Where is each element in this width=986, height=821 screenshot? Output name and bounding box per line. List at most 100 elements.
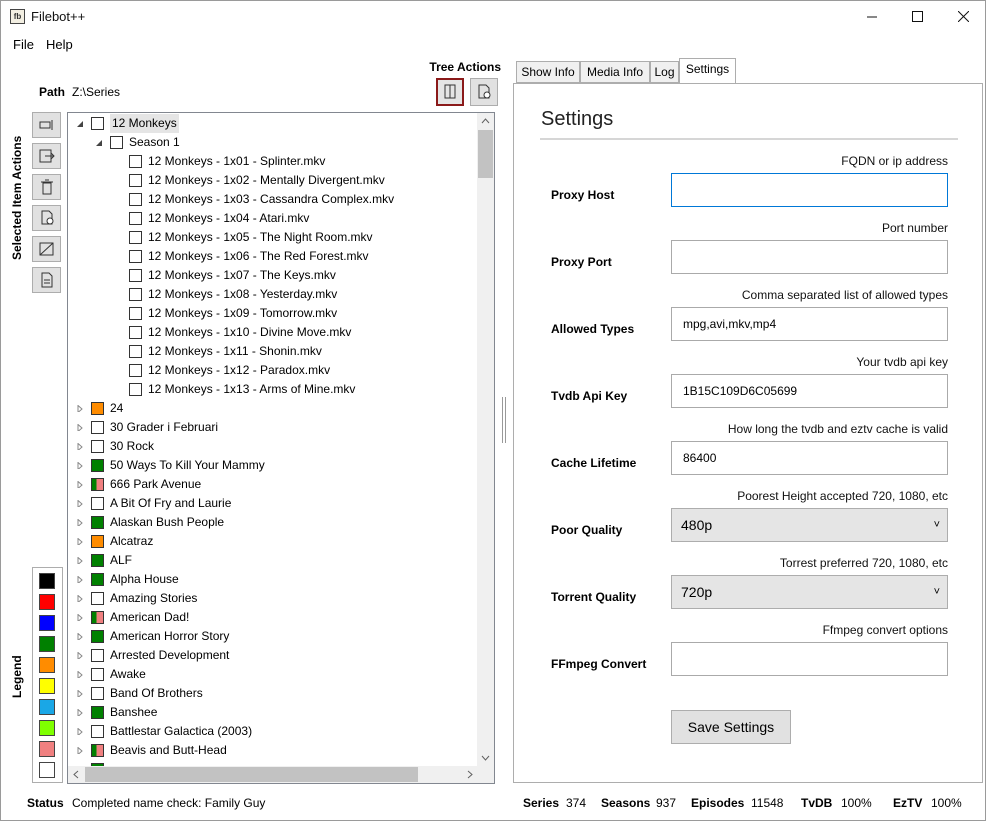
- status-checkbox[interactable]: [129, 383, 142, 396]
- horizontal-scroll-thumb[interactable]: [85, 767, 418, 782]
- status-checkbox[interactable]: [91, 459, 104, 472]
- tree-item[interactable]: Banshee: [68, 703, 478, 722]
- status-checkbox[interactable]: [129, 174, 142, 187]
- menu-file[interactable]: File: [13, 37, 34, 52]
- status-checkbox[interactable]: [129, 231, 142, 244]
- tree-item[interactable]: Awake: [68, 665, 478, 684]
- save-settings-button[interactable]: Save Settings: [671, 710, 791, 744]
- tree-item[interactable]: 50 Ways To Kill Your Mammy: [68, 456, 478, 475]
- ffmpeg-convert-field[interactable]: [671, 642, 948, 676]
- status-checkbox[interactable]: [110, 136, 123, 149]
- status-checkbox[interactable]: [91, 535, 104, 548]
- status-checkbox[interactable]: [129, 212, 142, 225]
- status-checkbox[interactable]: [91, 687, 104, 700]
- check-file-button[interactable]: [32, 205, 61, 231]
- collapsed-arrow-icon[interactable]: [76, 595, 83, 602]
- tree-item[interactable]: 12 Monkeys - 1x11 - Shonin.mkv: [68, 342, 478, 361]
- scroll-left-icon[interactable]: [68, 766, 85, 783]
- collapsed-arrow-icon[interactable]: [76, 633, 83, 640]
- tab-log[interactable]: Log: [650, 61, 679, 83]
- status-checkbox[interactable]: [91, 402, 104, 415]
- tree-item[interactable]: American Horror Story: [68, 627, 478, 646]
- status-checkbox[interactable]: [91, 611, 104, 624]
- tree-item[interactable]: 12 Monkeys - 1x03 - Cassandra Complex.mk…: [68, 190, 478, 209]
- move-button[interactable]: [32, 143, 61, 169]
- status-checkbox[interactable]: [129, 155, 142, 168]
- image-button[interactable]: [32, 236, 61, 262]
- status-checkbox[interactable]: [91, 725, 104, 738]
- tree-item[interactable]: Alcatraz: [68, 532, 478, 551]
- status-checkbox[interactable]: [91, 554, 104, 567]
- tree-item[interactable]: Season 1: [68, 133, 478, 152]
- tree-item[interactable]: 12 Monkeys - 1x12 - Paradox.mkv: [68, 361, 478, 380]
- scroll-right-icon[interactable]: [461, 766, 478, 783]
- proxy-host-field[interactable]: [671, 173, 948, 207]
- tree-item[interactable]: Beavis and Butt-Head: [68, 741, 478, 760]
- collapsed-arrow-icon[interactable]: [76, 576, 83, 583]
- tree-item[interactable]: 12 Monkeys - 1x04 - Atari.mkv: [68, 209, 478, 228]
- tree-item[interactable]: 12 Monkeys - 1x05 - The Night Room.mkv: [68, 228, 478, 247]
- status-checkbox[interactable]: [91, 630, 104, 643]
- cache-lifetime-field[interactable]: 86400: [671, 441, 948, 475]
- status-checkbox[interactable]: [129, 364, 142, 377]
- collapsed-arrow-icon[interactable]: [76, 405, 83, 412]
- collapsed-arrow-icon[interactable]: [76, 538, 83, 545]
- tree-item[interactable]: 12 Monkeys - 1x09 - Tomorrow.mkv: [68, 304, 478, 323]
- torrent-quality-select[interactable]: 720p ˅: [671, 575, 948, 609]
- scroll-up-icon[interactable]: [477, 113, 494, 130]
- tree-item[interactable]: 12 Monkeys - 1x10 - Divine Move.mkv: [68, 323, 478, 342]
- close-button[interactable]: [940, 1, 985, 32]
- status-checkbox[interactable]: [129, 345, 142, 358]
- collapsed-arrow-icon[interactable]: [76, 519, 83, 526]
- document-button[interactable]: [32, 267, 61, 293]
- tree-item[interactable]: Band Of Brothers: [68, 684, 478, 703]
- tree-item[interactable]: 12 Monkeys: [68, 114, 478, 133]
- tree-item[interactable]: Battlestar Galactica (2003): [68, 722, 478, 741]
- status-checkbox[interactable]: [91, 744, 104, 757]
- status-checkbox[interactable]: [91, 497, 104, 510]
- status-checkbox[interactable]: [129, 307, 142, 320]
- minimize-button[interactable]: [849, 1, 895, 32]
- tree-item[interactable]: 30 Rock: [68, 437, 478, 456]
- collapsed-arrow-icon[interactable]: [76, 652, 83, 659]
- tree-item[interactable]: Arrested Development: [68, 646, 478, 665]
- proxy-port-field[interactable]: [671, 240, 948, 274]
- tree-action-button-2[interactable]: [470, 78, 498, 106]
- status-checkbox[interactable]: [129, 326, 142, 339]
- tree-action-button-1[interactable]: [436, 78, 464, 106]
- collapsed-arrow-icon[interactable]: [76, 671, 83, 678]
- maximize-button[interactable]: [894, 1, 940, 32]
- status-checkbox[interactable]: [91, 478, 104, 491]
- status-checkbox[interactable]: [91, 117, 104, 130]
- collapsed-arrow-icon[interactable]: [76, 614, 83, 621]
- delete-button[interactable]: [32, 174, 61, 200]
- status-checkbox[interactable]: [129, 250, 142, 263]
- status-checkbox[interactable]: [91, 516, 104, 529]
- menu-help[interactable]: Help: [46, 37, 73, 52]
- tree-item[interactable]: Alaskan Bush People: [68, 513, 478, 532]
- poor-quality-select[interactable]: 480p ˅: [671, 508, 948, 542]
- status-checkbox[interactable]: [129, 269, 142, 282]
- expanded-arrow-icon[interactable]: [95, 139, 102, 146]
- collapsed-arrow-icon[interactable]: [76, 500, 83, 507]
- tab-media-info[interactable]: Media Info: [580, 61, 650, 83]
- tree-item[interactable]: A Bit Of Fry and Laurie: [68, 494, 478, 513]
- status-checkbox[interactable]: [91, 706, 104, 719]
- collapsed-arrow-icon[interactable]: [76, 709, 83, 716]
- status-checkbox[interactable]: [91, 649, 104, 662]
- tab-settings[interactable]: Settings: [679, 58, 736, 83]
- status-checkbox[interactable]: [91, 421, 104, 434]
- collapsed-arrow-icon[interactable]: [76, 728, 83, 735]
- tree-item[interactable]: 30 Grader i Februari: [68, 418, 478, 437]
- collapsed-arrow-icon[interactable]: [76, 462, 83, 469]
- collapsed-arrow-icon[interactable]: [76, 481, 83, 488]
- tree-item[interactable]: 12 Monkeys - 1x08 - Yesterday.mkv: [68, 285, 478, 304]
- tree-item[interactable]: 12 Monkeys - 1x06 - The Red Forest.mkv: [68, 247, 478, 266]
- status-checkbox[interactable]: [91, 592, 104, 605]
- allowed-types-field[interactable]: mpg,avi,mkv,mp4: [671, 307, 948, 341]
- status-checkbox[interactable]: [91, 668, 104, 681]
- tree-item[interactable]: 12 Monkeys - 1x07 - The Keys.mkv: [68, 266, 478, 285]
- collapsed-arrow-icon[interactable]: [76, 747, 83, 754]
- status-checkbox[interactable]: [129, 288, 142, 301]
- tree-item[interactable]: 12 Monkeys - 1x02 - Mentally Divergent.m…: [68, 171, 478, 190]
